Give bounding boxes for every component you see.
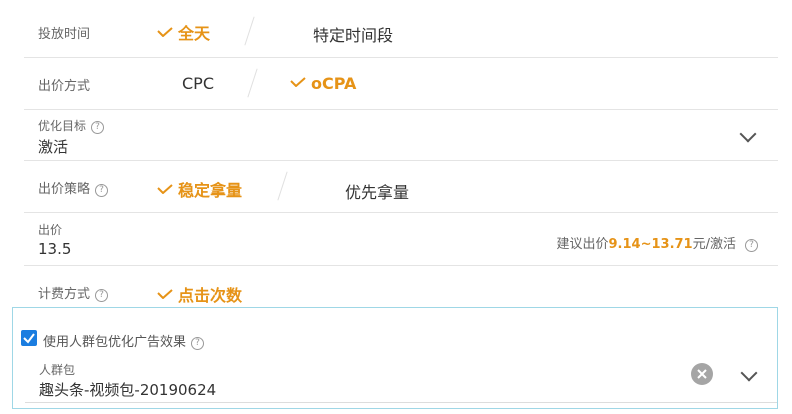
strategy-option-priority[interactable]: 优先拿量 xyxy=(345,179,409,203)
strategy-option-stable[interactable]: 稳定拿量 xyxy=(157,177,242,201)
option-divider xyxy=(247,68,258,98)
bid-strategy-label: 出价策略? xyxy=(38,178,109,197)
checkmark-icon xyxy=(23,333,35,344)
option-divider xyxy=(244,16,255,46)
ad-settings-panel: 投放时间 全天 特定时间段 出价方式 CPC oCPA 优化目标? 激活 出价策… xyxy=(12,0,778,414)
check-icon xyxy=(157,289,173,299)
chevron-down-icon[interactable] xyxy=(739,125,757,143)
schedule-option-specific[interactable]: 特定时间段 xyxy=(313,22,393,46)
bid-input-field[interactable]: 出价 13.5 建议出价9.14~13.71元/激活? xyxy=(24,213,778,266)
audience-package-select[interactable]: 人群包 趣头条-视频包-20190624 xyxy=(25,354,777,403)
help-icon[interactable]: ? xyxy=(95,184,109,197)
help-icon[interactable]: ? xyxy=(95,289,109,302)
optimization-goal-select[interactable]: 优化目标? 激活 xyxy=(24,110,778,161)
audience-package-value: 趣头条-视频包-20190624 xyxy=(39,381,217,399)
check-icon xyxy=(157,184,173,194)
option-divider xyxy=(277,171,288,201)
bid-method-option-cpc[interactable]: CPC xyxy=(182,74,214,93)
suggested-bid-hint: 建议出价9.14~13.71元/激活? xyxy=(557,233,758,252)
optimization-goal-value: 激活 xyxy=(38,138,69,156)
audience-checkbox[interactable] xyxy=(21,330,37,346)
schedule-option-all-day[interactable]: 全天 xyxy=(157,20,210,44)
bid-method-option-ocpa[interactable]: oCPA xyxy=(290,74,356,93)
bid-method-row: 出价方式 CPC oCPA xyxy=(24,58,778,110)
close-icon xyxy=(697,369,707,379)
billing-option-click[interactable]: 点击次数 xyxy=(157,282,242,306)
schedule-label: 投放时间 xyxy=(38,27,91,42)
bid-label: 出价 xyxy=(38,223,63,237)
help-icon[interactable]: ? xyxy=(745,239,758,252)
optimization-goal-label: 优化目标? xyxy=(38,117,105,134)
audience-checkbox-label: 使用人群包优化广告效果? xyxy=(43,331,205,350)
check-icon xyxy=(290,77,306,87)
billing-label: 计费方式? xyxy=(38,283,109,302)
audience-package-section: 使用人群包优化广告效果? 人群包 趣头条-视频包-20190624 xyxy=(12,307,778,409)
bid-method-label: 出价方式 xyxy=(38,79,91,94)
billing-row: 计费方式? 点击次数 xyxy=(24,266,778,306)
clear-icon[interactable] xyxy=(691,363,713,385)
check-icon xyxy=(157,27,173,37)
help-icon[interactable]: ? xyxy=(191,337,205,350)
schedule-row: 投放时间 全天 特定时间段 xyxy=(24,6,778,58)
bid-value[interactable]: 13.5 xyxy=(38,240,71,258)
audience-package-label: 人群包 xyxy=(39,363,76,377)
bid-strategy-row: 出价策略? 稳定拿量 优先拿量 xyxy=(24,161,778,213)
help-icon[interactable]: ? xyxy=(91,121,105,134)
suggested-bid-range: 9.14~13.71 xyxy=(608,237,693,252)
chevron-down-icon[interactable] xyxy=(740,364,758,382)
